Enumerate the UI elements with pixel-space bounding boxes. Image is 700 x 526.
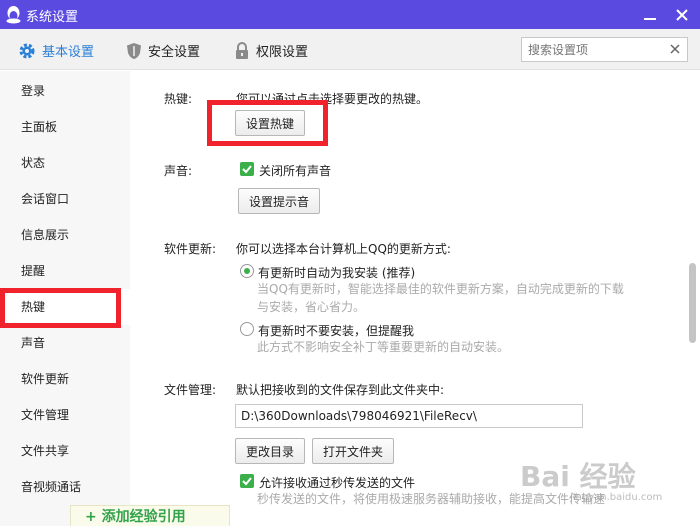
auto-install-radio[interactable] [240,264,254,278]
sidebar-item-software-update[interactable]: 软件更新 [0,361,130,397]
file-management-label: 文件管理: [164,383,217,397]
update-description: 你可以选择本台计算机上QQ的更新方式: [236,242,451,256]
sound-label: 声音: [164,164,193,178]
sidebar-item-reminder[interactable]: 提醒 [0,253,130,289]
auto-install-label: 有更新时自动为我安装 (推荐) [258,266,416,280]
allow-flash-transfer-checkbox[interactable] [240,474,254,488]
sidebar-item-main-panel[interactable]: 主面板 [0,109,130,145]
shield-icon [127,42,141,59]
update-label: 软件更新: [164,242,217,256]
tab-security-settings-label: 安全设置 [148,45,201,60]
download-path-field[interactable]: D:\360Downloads\798046921\FileRecv\ [235,404,583,428]
allow-flash-transfer-label: 允许接收通过秒传发送的文件 [259,476,416,490]
hotkey-label: 热键: [164,92,193,106]
gear-icon [19,43,35,58]
qq-penguin-icon [6,6,21,24]
hotkey-sidebar-highlight [0,288,121,328]
minimize-icon[interactable] [640,5,660,25]
close-icon[interactable] [672,5,692,25]
tab-basic-settings-label: 基本设置 [42,45,95,60]
add-experience-reference-button[interactable]: + 添加经验引用 [70,505,230,526]
file-management-description: 默认把接收到的文件保存到此文件夹中: [236,383,445,397]
lock-icon [236,41,248,59]
sidebar-item-login[interactable]: 登录 [0,73,130,109]
checkmark-icon [242,477,252,486]
sidebar-item-chat-window[interactable]: 会话窗口 [0,181,130,217]
title-bar: 系统设置 [0,0,700,29]
mute-all-label: 关闭所有声音 [259,164,332,178]
tab-permission-settings[interactable]: 权限设置 [234,41,308,60]
open-folder-button[interactable]: 打开文件夹 [312,438,395,464]
tab-permission-settings-label: 权限设置 [256,45,309,60]
window-title: 系统设置 [26,10,79,25]
notify-only-radio[interactable] [240,322,254,336]
notify-only-hint: 此方式不影响安全补丁等重要更新的自动安装。 [257,340,510,354]
scrollbar-thumb[interactable] [689,263,696,343]
notify-only-label: 有更新时不要安装，但提醒我 [258,324,415,338]
tab-security-settings[interactable]: 安全设置 [126,41,200,60]
baidu-watermark-url: jingyan.baidu.com [570,492,663,503]
change-directory-button[interactable]: 更改目录 [235,438,306,464]
search-box[interactable] [521,37,688,62]
hotkey-button-highlight [207,100,328,146]
tab-basic-settings[interactable]: 基本设置 [18,41,94,60]
auto-install-hint-line1: 当QQ有更新时，智能选择最佳的软件更新方案，自动完成更新的下载 [257,282,624,296]
top-nav: 基本设置 安全设置 权限设置 [0,29,700,70]
checkmark-icon [242,165,252,174]
sidebar-item-info-display[interactable]: 信息展示 [0,217,130,253]
sidebar-item-file-management[interactable]: 文件管理 [0,397,130,433]
auto-install-hint-line2: 与安装，省心省力。 [257,300,366,314]
baidu-watermark: Bai 经验 [520,460,636,493]
search-input[interactable] [522,38,662,61]
mute-all-checkbox[interactable] [240,162,254,176]
set-notification-sound-button[interactable]: 设置提示音 [238,188,321,214]
sidebar-item-av-call[interactable]: 音视频通话 [0,469,130,505]
sidebar-item-sound[interactable]: 声音 [0,325,130,361]
sidebar-item-file-sharing[interactable]: 文件共享 [0,433,130,469]
clear-search-icon[interactable] [669,43,681,55]
sidebar-item-status[interactable]: 状态 [0,145,130,181]
